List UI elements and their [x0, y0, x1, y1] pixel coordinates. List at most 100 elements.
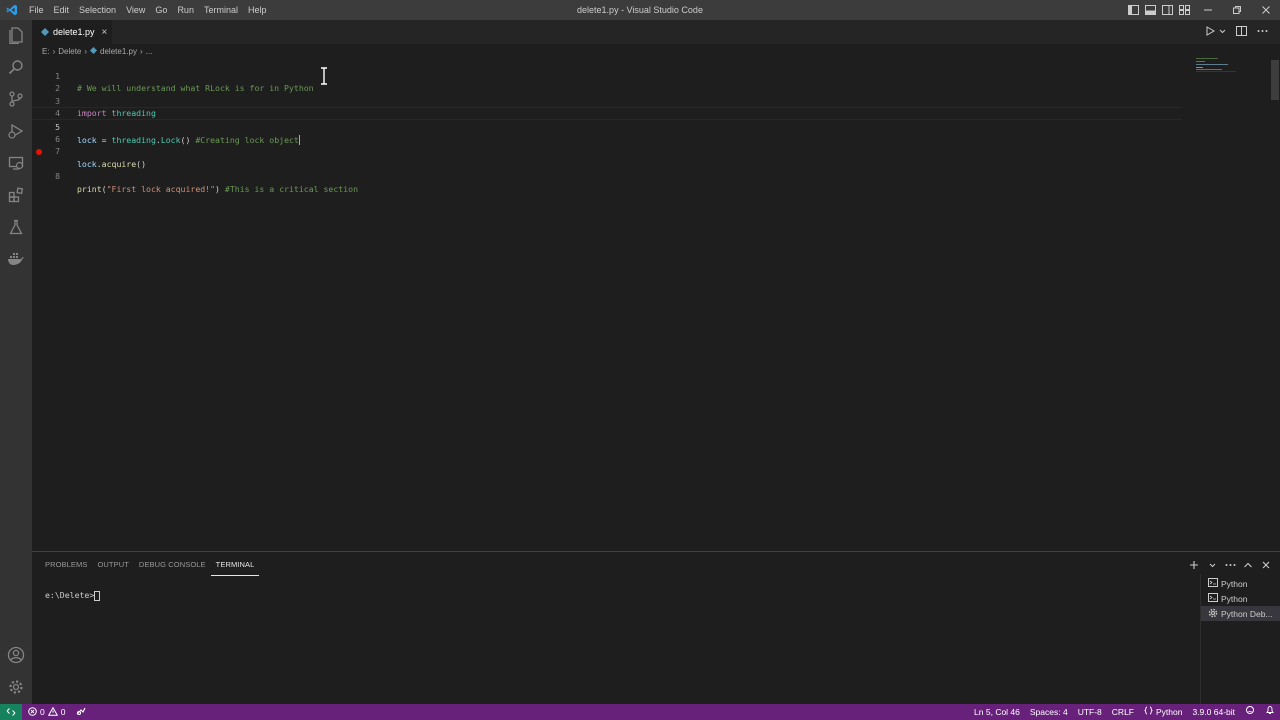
error-count: 0: [40, 707, 45, 717]
language-mode[interactable]: Python: [1139, 704, 1187, 720]
feedback-icon[interactable]: [1240, 704, 1260, 720]
menu-edit[interactable]: Edit: [49, 0, 75, 20]
bottom-panel: PROBLEMS OUTPUT DEBUG CONSOLE TERMINAL e…: [32, 551, 1280, 704]
title-bar: File Edit Selection View Go Run Terminal…: [0, 0, 1280, 20]
minimize-icon[interactable]: [1193, 0, 1222, 20]
tab-delete1-py[interactable]: delete1.py ×: [32, 20, 112, 44]
code-line-7: 7 lock.acquire(): [32, 133, 1182, 169]
breadcrumb-separator-icon: ›: [84, 46, 88, 56]
breadcrumb-file[interactable]: delete1.py: [100, 47, 137, 56]
toggle-panel-icon[interactable]: [1142, 0, 1159, 20]
breadcrumb-separator-icon: ›: [139, 46, 143, 56]
panel-tabs: PROBLEMS OUTPUT DEBUG CONSOLE TERMINAL: [40, 552, 260, 576]
breakpoint-icon[interactable]: [36, 148, 42, 155]
menu-help[interactable]: Help: [243, 0, 272, 20]
line-number: 8: [55, 171, 60, 182]
breadcrumb-drive[interactable]: E:: [42, 47, 50, 56]
python-file-icon: [41, 25, 49, 39]
testing-icon[interactable]: [0, 212, 32, 242]
maximize-panel-icon[interactable]: [1242, 558, 1254, 572]
remote-explorer-icon[interactable]: [0, 148, 32, 178]
panel-more-icon[interactable]: [1224, 558, 1236, 572]
warning-count: 0: [60, 707, 66, 717]
code-line-2: 2: [32, 70, 1182, 93]
code-paren-close: ): [215, 183, 225, 194]
more-actions-icon[interactable]: [1257, 25, 1268, 39]
encoding[interactable]: UTF-8: [1073, 704, 1107, 720]
python-file-icon: [90, 46, 98, 56]
code-line-3: 3 import threading: [32, 82, 1182, 119]
problems-status[interactable]: 0 0: [28, 706, 86, 718]
account-icon[interactable]: [0, 640, 32, 670]
restore-icon[interactable]: [1222, 0, 1251, 20]
editor-scrollbar-thumb[interactable]: [1271, 60, 1279, 100]
live-share-icon[interactable]: [76, 706, 86, 718]
toggle-sidebar-icon[interactable]: [1125, 0, 1142, 20]
breadcrumb-folder[interactable]: Delete: [58, 47, 81, 56]
explorer-icon[interactable]: [0, 20, 32, 50]
tab-terminal[interactable]: TERMINAL: [210, 552, 260, 576]
close-window-icon[interactable]: [1251, 0, 1280, 20]
tab-output[interactable]: OUTPUT: [92, 552, 133, 576]
code-line-1: 1 # We will understand what RLock is for…: [32, 57, 1182, 93]
indentation[interactable]: Spaces: 4: [1025, 704, 1073, 720]
braces-icon: [1143, 704, 1154, 720]
menu-selection[interactable]: Selection: [74, 0, 121, 20]
code-string: "First lock acquired!": [106, 183, 216, 194]
terminal-prompt-text: e:\Delete>: [45, 590, 95, 600]
run-file-icon[interactable]: [1205, 25, 1216, 39]
python-interpreter[interactable]: 3.9.0 64-bit: [1187, 704, 1240, 720]
editor-scrollbar[interactable]: [1270, 44, 1280, 550]
extensions-icon[interactable]: [0, 180, 32, 210]
end-of-line[interactable]: CRLF: [1107, 704, 1139, 720]
menu-terminal[interactable]: Terminal: [199, 0, 243, 20]
search-icon[interactable]: [0, 52, 32, 82]
menu-bar: File Edit Selection View Go Run Terminal…: [24, 0, 271, 20]
tab-close-icon[interactable]: ×: [102, 27, 108, 38]
customize-layout-icon[interactable]: [1176, 0, 1193, 20]
close-panel-icon[interactable]: [1260, 558, 1272, 572]
notifications-bell-icon[interactable]: [1260, 704, 1280, 720]
split-editor-icon[interactable]: [1236, 25, 1247, 39]
debug-gear-icon: [1208, 608, 1218, 620]
cursor-position[interactable]: Ln 5, Col 46: [969, 704, 1025, 720]
vscode-logo-icon: [0, 0, 24, 20]
menu-go[interactable]: Go: [150, 0, 172, 20]
code-editor[interactable]: 1 # We will understand what RLock is for…: [32, 57, 1270, 551]
run-debug-icon[interactable]: [0, 116, 32, 146]
new-terminal-icon[interactable]: [1188, 558, 1200, 572]
tab-debug-console[interactable]: DEBUG CONSOLE: [134, 552, 211, 576]
terminal-item-python-1[interactable]: Python: [1201, 576, 1280, 591]
terminal-item-python-2[interactable]: Python: [1201, 591, 1280, 606]
docker-icon[interactable]: [0, 244, 32, 274]
code-line-6: 6: [32, 120, 1182, 144]
settings-gear-icon[interactable]: [0, 672, 32, 702]
breadcrumb-separator-icon: ›: [52, 46, 56, 56]
run-dropdown-chevron-icon[interactable]: [1219, 25, 1226, 39]
toggle-secondary-sidebar-icon[interactable]: [1159, 0, 1176, 20]
menu-view[interactable]: View: [121, 0, 150, 20]
tab-problems[interactable]: PROBLEMS: [40, 552, 92, 576]
terminal-icon: [1208, 593, 1218, 604]
activity-bar: [0, 20, 32, 704]
breadcrumb-symbols[interactable]: ...: [146, 47, 153, 56]
error-icon: [28, 706, 37, 718]
menu-run[interactable]: Run: [172, 0, 199, 20]
code-variable: lock: [77, 158, 97, 169]
minimap[interactable]: [1196, 58, 1236, 72]
remote-indicator-icon[interactable]: [0, 704, 22, 720]
terminal-icon: [1208, 578, 1218, 589]
terminal-dropdown-chevron-icon[interactable]: [1206, 558, 1218, 572]
source-control-icon[interactable]: [0, 84, 32, 114]
menu-file[interactable]: File: [24, 0, 49, 20]
code-function: print: [77, 183, 102, 194]
language-label: Python: [1156, 707, 1183, 717]
terminal-item-label: Python: [1221, 578, 1248, 589]
terminal-output[interactable]: e:\Delete>: [45, 590, 101, 601]
editor-tab-bar: delete1.py ×: [32, 20, 1280, 44]
code-line-8: 8 print("First lock acquired!") #This is…: [32, 145, 1182, 194]
terminal-item-python-debug[interactable]: Python Deb...: [1201, 606, 1280, 621]
terminal-item-label: Python: [1221, 593, 1248, 604]
breadcrumb: E: › Delete › delete1.py › ...: [42, 45, 152, 57]
code-comment: #This is a critical section: [224, 183, 358, 194]
